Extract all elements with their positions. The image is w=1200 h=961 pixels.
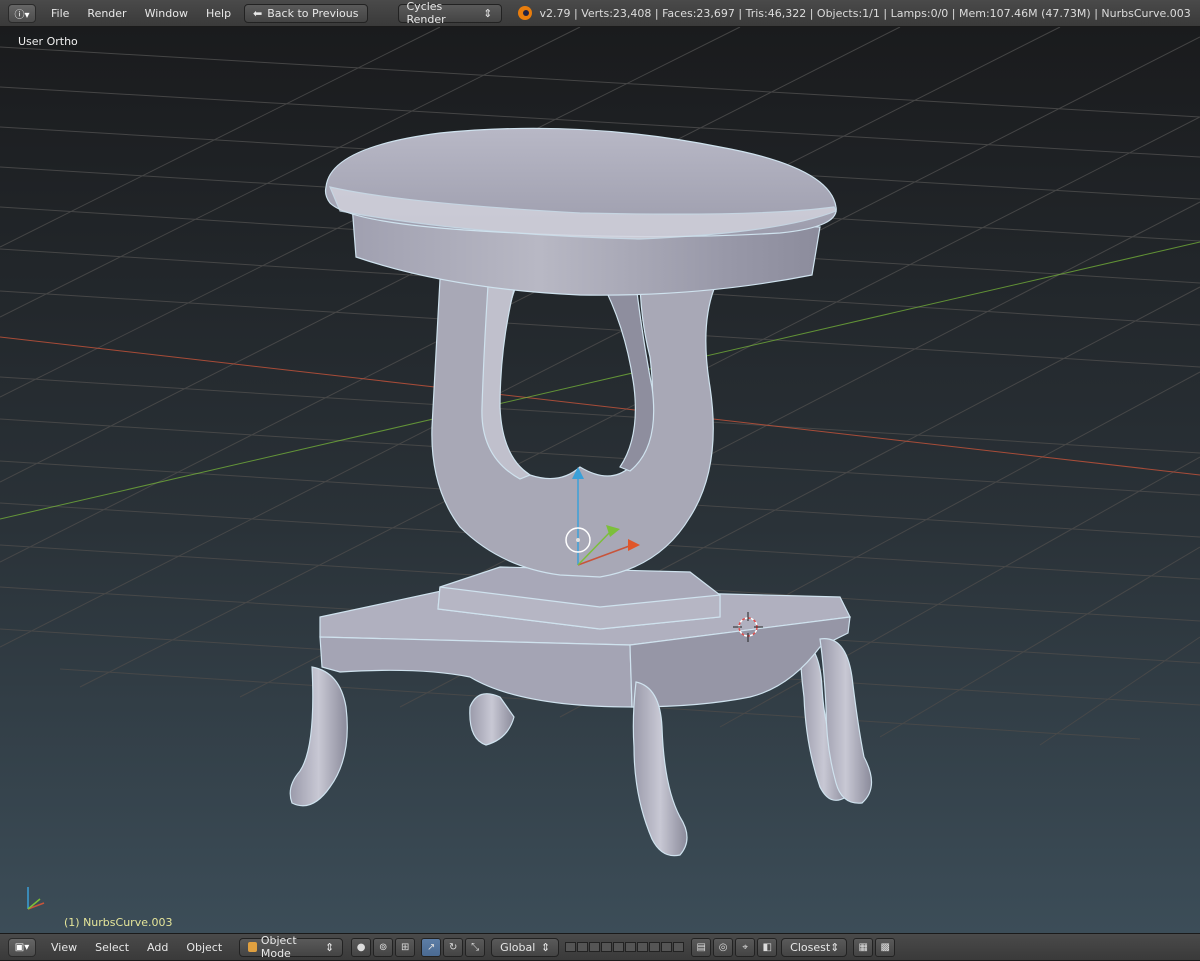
- render-opengl-animation-button[interactable]: ▩: [875, 937, 896, 957]
- transform-orientation-label: Global: [500, 940, 536, 954]
- main-menu: File Render Window Help: [42, 0, 240, 27]
- rotate-manipulator-button[interactable]: ↻: [443, 937, 464, 957]
- menu-select[interactable]: Select: [86, 934, 138, 961]
- proportional-editing-button[interactable]: ◎: [713, 937, 734, 957]
- table-mesh: [289, 127, 873, 857]
- render-engine-label: Cycles Render: [406, 0, 446, 26]
- transform-orientation-select[interactable]: Global ⇕: [491, 937, 560, 957]
- menu-window[interactable]: Window: [136, 0, 197, 27]
- snap-toggle-button[interactable]: ⌖: [735, 937, 756, 957]
- menu-object[interactable]: Object: [177, 934, 231, 961]
- 3d-view-editor-type-button[interactable]: ▣▾: [8, 937, 36, 957]
- dropdown-arrows-icon: ⇕: [483, 6, 493, 20]
- menu-add[interactable]: Add: [138, 934, 177, 961]
- active-object-label: (1) NurbsCurve.003: [64, 916, 173, 929]
- render-engine-select[interactable]: Cycles Render ⇕: [397, 0, 502, 26]
- viewport-scene: [0, 27, 1200, 910]
- editor-type-button[interactable]: ⓘ▾: [8, 3, 36, 23]
- gizmo-origin-dot-icon: [576, 538, 580, 542]
- view-label: User Ortho: [18, 35, 78, 48]
- viewport-shading-button[interactable]: ●: [351, 937, 372, 957]
- object-mode-cube-icon: [248, 942, 257, 952]
- interaction-mode-label: Object Mode: [260, 934, 297, 960]
- 3d-viewport[interactable]: User Ortho (1) NurbsCurve.003: [0, 27, 1200, 933]
- menu-view[interactable]: View: [42, 934, 86, 961]
- dropdown-arrows-icon: ⇕: [324, 940, 335, 954]
- snap-element-button[interactable]: ◧: [757, 937, 778, 957]
- dropdown-arrows-icon: ⇕: [540, 940, 551, 954]
- translate-manipulator-button[interactable]: ↗: [421, 937, 442, 957]
- x-axis-line: [0, 336, 1200, 476]
- back-icon: ⬅: [253, 6, 263, 20]
- info-header: ⓘ▾ File Render Window Help ⬅ Back to Pre…: [0, 0, 1200, 27]
- manipulator-toggle-button[interactable]: ⊞: [395, 937, 416, 957]
- interaction-mode-select[interactable]: Object Mode ⇕: [239, 934, 344, 960]
- back-to-previous-button[interactable]: ⬅ Back to Previous: [244, 3, 368, 23]
- snap-target-select[interactable]: Closest ⇕: [781, 937, 848, 957]
- back-to-previous-label: Back to Previous: [267, 6, 359, 20]
- render-opengl-image-button[interactable]: ▦: [853, 937, 874, 957]
- menu-file[interactable]: File: [42, 0, 78, 27]
- stats-text: v2.79 | Verts:23,408 | Faces:23,697 | Tr…: [539, 6, 1191, 20]
- layer-buttons[interactable]: [565, 942, 685, 952]
- snap-target-label: Closest: [790, 940, 831, 954]
- scale-manipulator-button[interactable]: ⤡: [465, 937, 486, 957]
- view-axis-indicator-icon: [27, 887, 45, 910]
- lock-camera-button[interactable]: ▤: [691, 937, 712, 957]
- menu-render[interactable]: Render: [78, 0, 135, 27]
- 3d-view-header: ▣▾ View Select Add Object Object Mode ⇕ …: [0, 933, 1200, 960]
- pivot-point-button[interactable]: ⊚: [373, 937, 394, 957]
- 3d-view-menu: View Select Add Object: [42, 934, 231, 961]
- dropdown-arrows-icon: ⇕: [830, 940, 840, 954]
- scene-stats: v2.79 | Verts:23,408 | Faces:23,697 | Tr…: [517, 6, 1191, 20]
- menu-help[interactable]: Help: [197, 0, 240, 27]
- blender-logo-icon: [517, 6, 532, 20]
